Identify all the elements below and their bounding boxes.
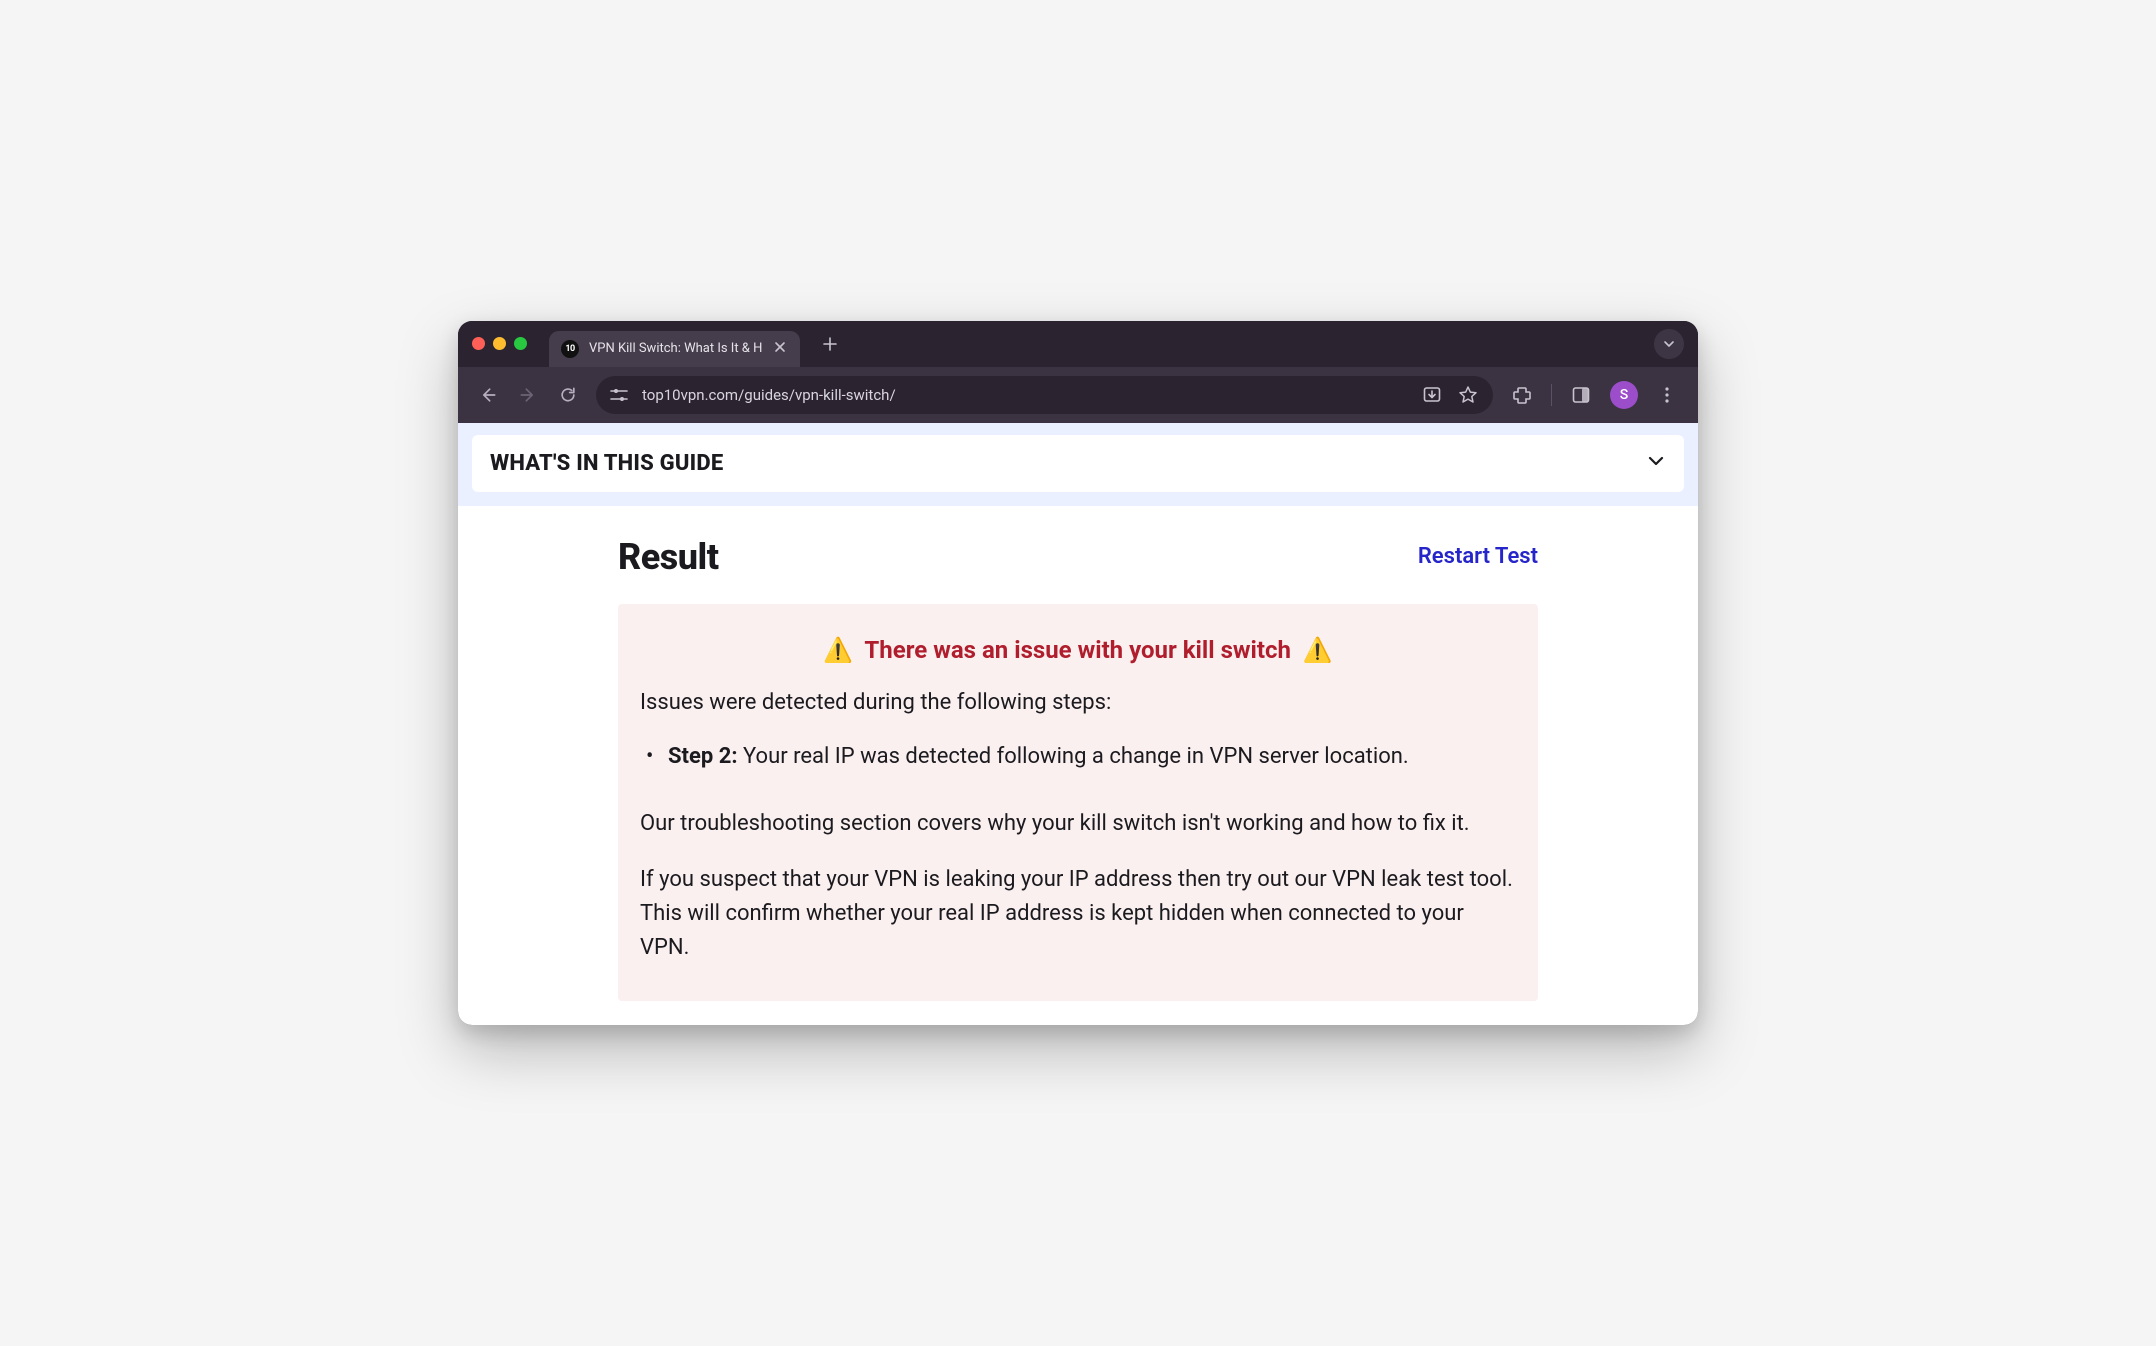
reload-button[interactable] bbox=[556, 383, 580, 407]
browser-toolbar: top10vpn.com/guides/vpn-kill-switch/ bbox=[458, 367, 1698, 423]
guide-banner-title: WHAT'S IN THIS GUIDE bbox=[490, 451, 723, 476]
address-bar[interactable]: top10vpn.com/guides/vpn-kill-switch/ bbox=[596, 376, 1493, 414]
arrow-right-icon bbox=[518, 385, 538, 405]
tab-favicon: 10 bbox=[561, 340, 579, 358]
result-header: Result Restart Test bbox=[618, 536, 1538, 578]
result-box: ⚠️ There was an issue with your kill swi… bbox=[618, 604, 1538, 1001]
issue-step-label: Step 2: bbox=[668, 744, 738, 769]
forward-button[interactable] bbox=[516, 383, 540, 407]
tune-icon bbox=[610, 386, 628, 404]
result-paragraph: Our troubleshooting section covers why y… bbox=[640, 807, 1516, 841]
install-app-button[interactable] bbox=[1421, 384, 1443, 406]
sidepanel-button[interactable] bbox=[1568, 382, 1594, 408]
chevron-down-icon bbox=[1663, 338, 1675, 350]
star-icon bbox=[1458, 385, 1478, 405]
chevron-down-icon bbox=[1646, 451, 1666, 475]
guide-banner-wrap: WHAT'S IN THIS GUIDE bbox=[458, 423, 1698, 506]
site-info-button[interactable] bbox=[610, 386, 628, 404]
install-icon bbox=[1422, 385, 1442, 405]
minimize-window-button[interactable] bbox=[493, 337, 506, 350]
reload-icon bbox=[558, 385, 578, 405]
arrow-left-icon bbox=[478, 385, 498, 405]
tab-title: VPN Kill Switch: What Is It & H bbox=[589, 341, 762, 356]
result-heading: Result bbox=[618, 536, 719, 578]
close-tab-button[interactable] bbox=[772, 339, 788, 359]
window-controls bbox=[472, 337, 527, 350]
toolbar-separator bbox=[1551, 384, 1552, 406]
profile-avatar[interactable]: S bbox=[1610, 381, 1638, 409]
browser-window: 10 VPN Kill Switch: What Is It & H bbox=[458, 321, 1698, 1025]
extension-icon bbox=[1512, 385, 1532, 405]
plus-icon bbox=[823, 337, 837, 351]
warning-text: There was an issue with your kill switch bbox=[864, 636, 1291, 664]
close-icon bbox=[774, 341, 786, 353]
guide-toc-toggle[interactable]: WHAT'S IN THIS GUIDE bbox=[472, 435, 1684, 492]
warning-icon: ⚠️ bbox=[1303, 636, 1333, 664]
url-text[interactable]: top10vpn.com/guides/vpn-kill-switch/ bbox=[642, 386, 1407, 404]
result-paragraph: If you suspect that your VPN is leaking … bbox=[640, 863, 1516, 965]
tabs-dropdown-button[interactable] bbox=[1654, 329, 1684, 359]
restart-test-link[interactable]: Restart Test bbox=[1418, 544, 1538, 569]
browser-menu-button[interactable] bbox=[1654, 382, 1680, 408]
issues-list: Step 2: Your real IP was detected follow… bbox=[640, 741, 1516, 773]
issue-item: Step 2: Your real IP was detected follow… bbox=[640, 741, 1516, 773]
kebab-icon bbox=[1658, 386, 1676, 404]
tab-bar: 10 VPN Kill Switch: What Is It & H bbox=[458, 321, 1698, 367]
close-window-button[interactable] bbox=[472, 337, 485, 350]
extensions-button[interactable] bbox=[1509, 382, 1535, 408]
maximize-window-button[interactable] bbox=[514, 337, 527, 350]
browser-tab[interactable]: 10 VPN Kill Switch: What Is It & H bbox=[549, 331, 800, 367]
warning-icon: ⚠️ bbox=[823, 636, 853, 664]
back-button[interactable] bbox=[476, 383, 500, 407]
page-body: Result Restart Test ⚠️ There was an issu… bbox=[458, 506, 1698, 1025]
issues-intro: Issues were detected during the followin… bbox=[640, 690, 1516, 715]
bookmark-button[interactable] bbox=[1457, 384, 1479, 406]
page-content: WHAT'S IN THIS GUIDE Result Restart Test… bbox=[458, 423, 1698, 1025]
sidepanel-icon bbox=[1571, 385, 1591, 405]
new-tab-button[interactable] bbox=[816, 330, 844, 358]
issue-text: Your real IP was detected following a ch… bbox=[738, 744, 1409, 769]
warning-heading: ⚠️ There was an issue with your kill swi… bbox=[640, 636, 1516, 664]
